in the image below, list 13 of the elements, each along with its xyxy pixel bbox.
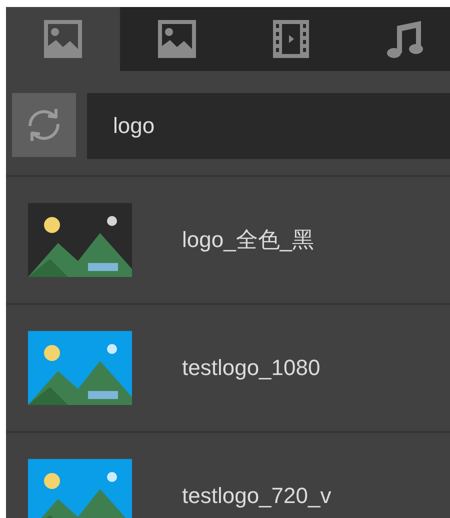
search-field[interactable]: logo (87, 93, 450, 159)
file-name: testlogo_720_v (182, 483, 332, 509)
image-icon (156, 18, 198, 60)
file-name: logo_全色_黑 (182, 226, 314, 254)
media-tab[interactable] (348, 7, 450, 71)
music-note-icon (384, 18, 426, 60)
image-icon (42, 18, 84, 60)
media-tab[interactable] (120, 7, 234, 71)
asset-item[interactable]: logo_全色_黑 (6, 177, 450, 305)
file-name: testlogo_1080 (182, 355, 320, 381)
asset-item[interactable]: testlogo_1080 (6, 305, 450, 433)
film-icon (270, 18, 312, 60)
asset-item[interactable]: testlogo_720_v (6, 433, 450, 518)
